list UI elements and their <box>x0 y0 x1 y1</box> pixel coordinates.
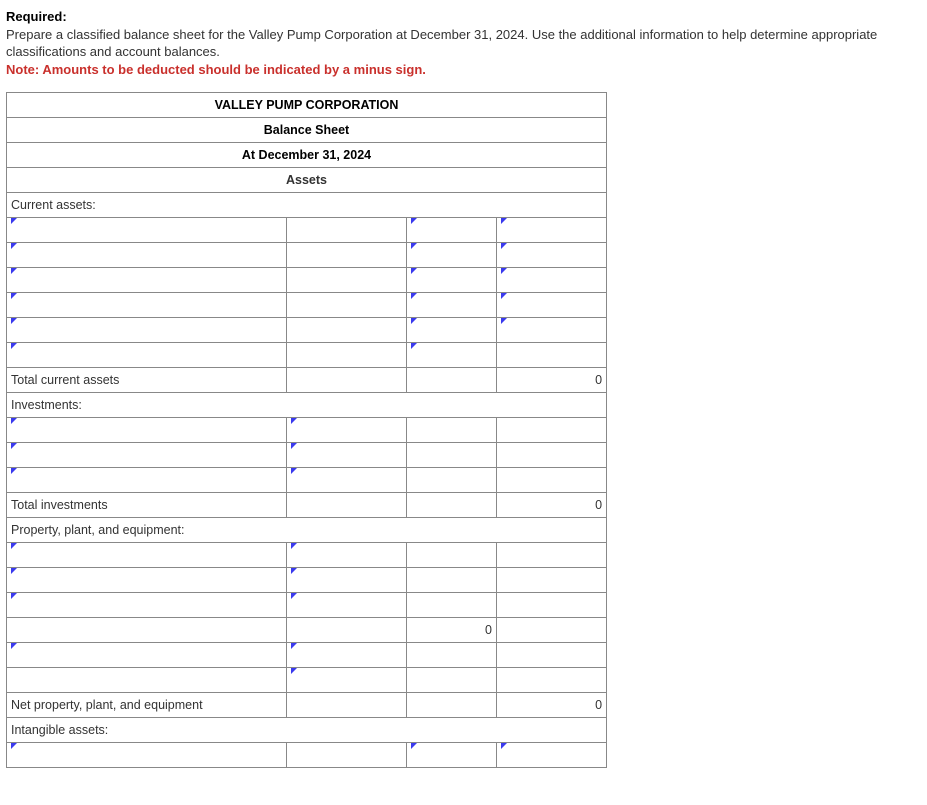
ca-line2-col2[interactable] <box>287 243 407 268</box>
ca-line3-col3[interactable] <box>407 268 497 293</box>
ca-line1-col3[interactable] <box>407 218 497 243</box>
ppe-line4-desc[interactable] <box>7 618 287 643</box>
ca-line5-col3[interactable] <box>407 318 497 343</box>
instructions-body: Prepare a classified balance sheet for t… <box>6 27 877 60</box>
inv-line2-col4[interactable] <box>497 443 607 468</box>
ppe-label: Property, plant, and equipment: <box>7 518 607 543</box>
ca-line4-col2[interactable] <box>287 293 407 318</box>
int-line1-col2[interactable] <box>287 743 407 768</box>
tca-col3 <box>407 368 497 393</box>
net-ppe-value: 0 <box>497 693 607 718</box>
ppe-line2-col3[interactable] <box>407 568 497 593</box>
ppe-line4-col4[interactable] <box>497 618 607 643</box>
int-line1-col3[interactable] <box>407 743 497 768</box>
ppe-line5-col4[interactable] <box>497 643 607 668</box>
tinv-col3 <box>407 493 497 518</box>
ca-line4-desc[interactable] <box>7 293 287 318</box>
ca-line4-col4[interactable] <box>497 293 607 318</box>
ca-line3-col2[interactable] <box>287 268 407 293</box>
ca-line3-desc[interactable] <box>7 268 287 293</box>
ppe-line6-col3[interactable] <box>407 668 497 693</box>
total-investments-label: Total investments <box>7 493 287 518</box>
inv-line1-col4[interactable] <box>497 418 607 443</box>
tca-col2 <box>287 368 407 393</box>
ppe-line4-col2[interactable] <box>287 618 407 643</box>
inv-line3-desc[interactable] <box>7 468 287 493</box>
net-ppe-col2 <box>287 693 407 718</box>
ca-line3-col4[interactable] <box>497 268 607 293</box>
ppe-line2-col2[interactable] <box>287 568 407 593</box>
total-investments-value: 0 <box>497 493 607 518</box>
tinv-col2 <box>287 493 407 518</box>
total-current-assets-value: 0 <box>497 368 607 393</box>
instructions: Required: Prepare a classified balance s… <box>6 8 921 78</box>
ca-line4-col3[interactable] <box>407 293 497 318</box>
ca-line6-col2[interactable] <box>287 343 407 368</box>
current-assets-label: Current assets: <box>7 193 607 218</box>
ca-line6-col4[interactable] <box>497 343 607 368</box>
inv-line3-col4[interactable] <box>497 468 607 493</box>
ca-line5-col4[interactable] <box>497 318 607 343</box>
ppe-line6-col4[interactable] <box>497 668 607 693</box>
ppe-line3-desc[interactable] <box>7 593 287 618</box>
ppe-line3-col3[interactable] <box>407 593 497 618</box>
ca-line2-col3[interactable] <box>407 243 497 268</box>
ppe-line4-col3: 0 <box>407 618 497 643</box>
inv-line1-desc[interactable] <box>7 418 287 443</box>
ppe-line3-col4[interactable] <box>497 593 607 618</box>
ca-line6-col3[interactable] <box>407 343 497 368</box>
ppe-line2-col4[interactable] <box>497 568 607 593</box>
inv-line1-col3[interactable] <box>407 418 497 443</box>
net-ppe-label: Net property, plant, and equipment <box>7 693 287 718</box>
ca-line5-col2[interactable] <box>287 318 407 343</box>
ppe-line6-desc[interactable] <box>7 668 287 693</box>
ppe-line5-col3[interactable] <box>407 643 497 668</box>
ppe-line1-col4[interactable] <box>497 543 607 568</box>
ca-line1-desc[interactable] <box>7 218 287 243</box>
inv-line2-col3[interactable] <box>407 443 497 468</box>
int-line1-col4[interactable] <box>497 743 607 768</box>
ca-line2-desc[interactable] <box>7 243 287 268</box>
total-current-assets-label: Total current assets <box>7 368 287 393</box>
instructions-note: Note: Amounts to be deducted should be i… <box>6 62 426 77</box>
ppe-line5-desc[interactable] <box>7 643 287 668</box>
inv-line3-col3[interactable] <box>407 468 497 493</box>
ppe-line1-col3[interactable] <box>407 543 497 568</box>
assets-heading: Assets <box>7 168 607 193</box>
balance-sheet-table: VALLEY PUMP CORPORATION Balance Sheet At… <box>6 92 607 768</box>
ppe-line2-desc[interactable] <box>7 568 287 593</box>
sheet-date: At December 31, 2024 <box>7 143 607 168</box>
net-ppe-col3 <box>407 693 497 718</box>
ca-line2-col4[interactable] <box>497 243 607 268</box>
intangible-label: Intangible assets: <box>7 718 607 743</box>
inv-line1-col2[interactable] <box>287 418 407 443</box>
inv-line2-desc[interactable] <box>7 443 287 468</box>
investments-label: Investments: <box>7 393 607 418</box>
ppe-line3-col2[interactable] <box>287 593 407 618</box>
int-line1-desc[interactable] <box>7 743 287 768</box>
ppe-line5-col2[interactable] <box>287 643 407 668</box>
inv-line3-col2[interactable] <box>287 468 407 493</box>
ca-line1-col2[interactable] <box>287 218 407 243</box>
ppe-line6-col2[interactable] <box>287 668 407 693</box>
corp-name: VALLEY PUMP CORPORATION <box>7 93 607 118</box>
ca-line1-col4[interactable] <box>497 218 607 243</box>
ppe-line1-desc[interactable] <box>7 543 287 568</box>
required-label: Required: <box>6 9 67 24</box>
ca-line6-desc[interactable] <box>7 343 287 368</box>
ca-line5-desc[interactable] <box>7 318 287 343</box>
sheet-title: Balance Sheet <box>7 118 607 143</box>
inv-line2-col2[interactable] <box>287 443 407 468</box>
ppe-line1-col2[interactable] <box>287 543 407 568</box>
